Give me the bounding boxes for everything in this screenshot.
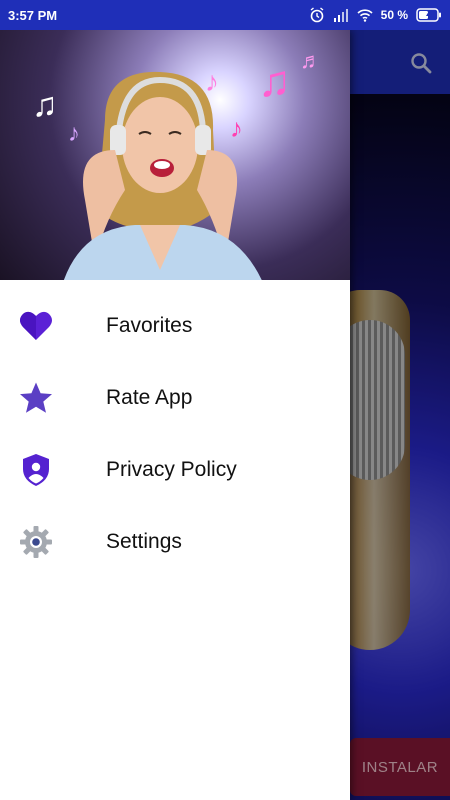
alarm-icon: [310, 7, 324, 23]
menu-item-privacy-policy[interactable]: Privacy Policy: [0, 434, 350, 506]
status-time: 3:57 PM: [8, 7, 58, 23]
menu-item-favorites[interactable]: Favorites: [0, 290, 350, 362]
signal-icon: [333, 9, 348, 22]
navigation-drawer: ♫ ♪ ♪ ♫ ♬ ♪ Favorites Rate App Privacy P…: [0, 30, 350, 800]
drawer-header-image: ♫ ♪ ♪ ♫ ♬ ♪: [0, 30, 350, 280]
menu-label-privacy-policy: Privacy Policy: [106, 458, 237, 481]
drawer-menu: Favorites Rate App Privacy Policy Settin…: [0, 280, 350, 578]
heart-icon: [18, 308, 54, 344]
wifi-icon: [357, 9, 373, 22]
music-note-icon: ♬: [300, 48, 322, 73]
menu-item-rate-app[interactable]: Rate App: [0, 362, 350, 434]
shield-user-icon: [18, 452, 54, 488]
battery-percent: 50 %: [380, 8, 408, 22]
status-bar: 3:57 PM 50 %: [0, 0, 450, 30]
star-icon: [18, 380, 54, 416]
status-icons: 50 %: [309, 7, 442, 23]
menu-item-settings[interactable]: Settings: [0, 506, 350, 578]
gear-icon: [18, 524, 54, 560]
menu-label-favorites: Favorites: [106, 314, 193, 337]
menu-label-rate-app: Rate App: [106, 386, 193, 409]
battery-charging-icon: [416, 8, 441, 22]
menu-label-settings: Settings: [106, 530, 182, 553]
woman-with-headphones-image: [63, 71, 262, 280]
